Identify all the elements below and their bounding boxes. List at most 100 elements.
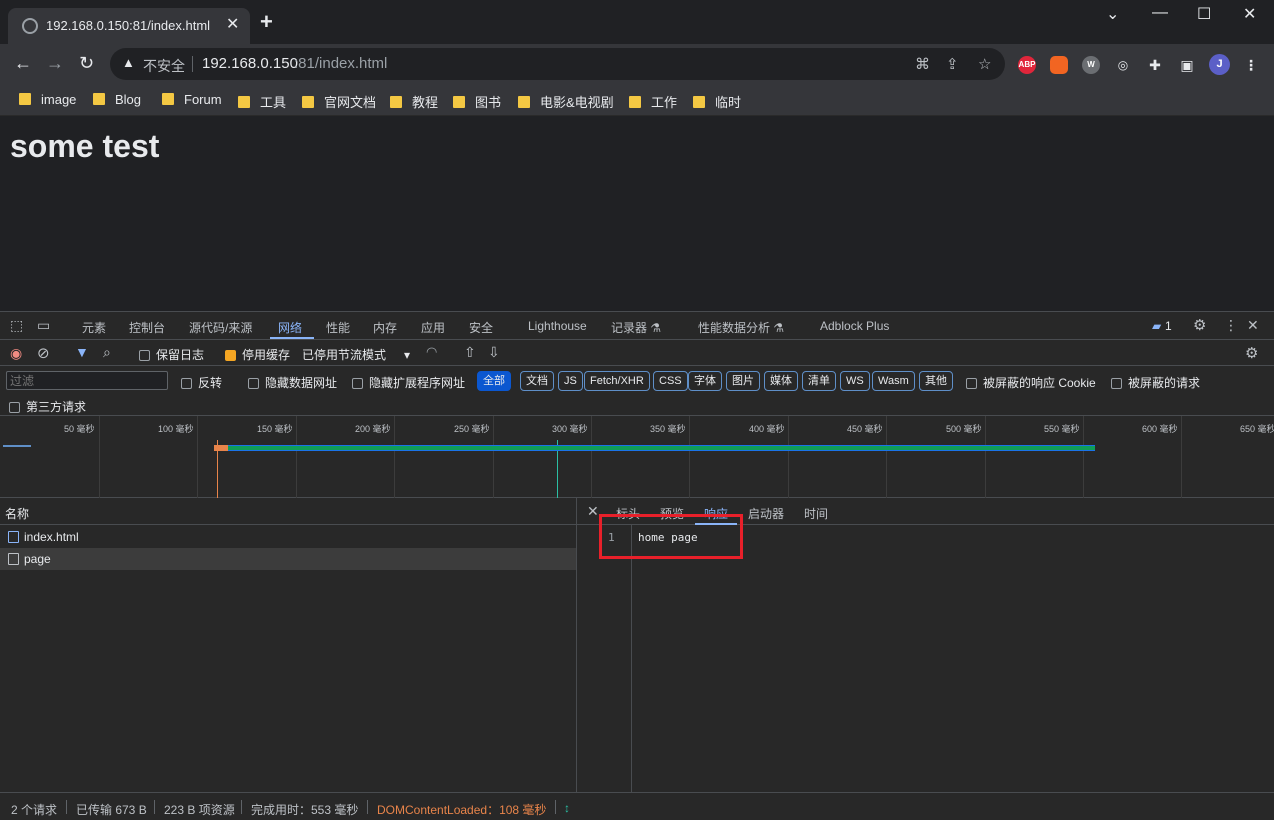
filter-type-font[interactable]: 字体 <box>688 371 722 391</box>
tab-lighthouse[interactable]: Lighthouse <box>528 319 587 333</box>
third-party-checkbox[interactable]: 第三方请求 <box>9 398 86 415</box>
extension-w-icon[interactable]: W <box>1082 56 1100 74</box>
filter-type-wasm[interactable]: Wasm <box>872 371 915 391</box>
tab-adblock-plus[interactable]: Adblock Plus <box>820 319 889 333</box>
network-overview[interactable]: 50 毫秒 100 毫秒 150 毫秒 200 毫秒 250 毫秒 300 毫秒… <box>0 416 1274 498</box>
tab-performance-insights[interactable]: 性能数据分析 ⚗ <box>698 319 784 336</box>
more-menu-icon[interactable]: ⋮ <box>1242 56 1260 74</box>
profile-avatar[interactable]: J <box>1209 54 1230 75</box>
tab-close-icon[interactable]: ✕ <box>226 14 239 34</box>
grid-line <box>1083 416 1084 498</box>
bookmark-folder-temp[interactable]: 临时 <box>693 92 741 111</box>
import-har-icon[interactable]: ⇧ <box>464 344 476 361</box>
tab-application[interactable]: 应用 <box>421 319 445 336</box>
status-requests: 2 个请求 <box>11 803 58 817</box>
hide-extension-urls-checkbox[interactable]: 隐藏扩展程序网址 <box>352 374 465 391</box>
grid-line <box>197 416 198 498</box>
reload-icon[interactable]: ↻ <box>79 53 94 74</box>
bookmark-folder-books[interactable]: 图书 <box>453 92 501 111</box>
tab-elements[interactable]: 元素 <box>82 319 106 336</box>
bookmark-folder-docs[interactable]: 官网文档 <box>302 92 376 111</box>
side-panel-icon[interactable]: ▣ <box>1178 56 1196 74</box>
address-bar[interactable]: ▲ 不安全 192.168.0.150 :81/index.html ⌘ ⇪ ☆ <box>110 48 1005 80</box>
close-detail-icon[interactable]: ✕ <box>587 503 599 520</box>
network-conditions-icon[interactable]: ◠ <box>426 344 437 360</box>
hide-data-urls-checkbox[interactable]: 隐藏数据网址 <box>248 374 337 391</box>
bookmark-folder-forum[interactable]: Forum <box>162 92 222 107</box>
bookmark-folder-tutorials[interactable]: 教程 <box>390 92 438 111</box>
tab-network[interactable]: 网络 <box>278 319 302 336</box>
search-icon[interactable]: ⌕ <box>103 344 111 361</box>
filter-input[interactable] <box>6 371 168 390</box>
tab-sources[interactable]: 源代码/来源 <box>189 319 252 336</box>
tab-security[interactable]: 安全 <box>469 319 493 336</box>
tick-label: 300 毫秒 <box>552 424 588 434</box>
settings-gear-icon[interactable]: ⚙ <box>1193 316 1206 334</box>
table-row-selected[interactable]: page <box>0 548 576 570</box>
tab-console[interactable]: 控制台 <box>129 319 165 336</box>
name-column-header[interactable]: 名称 <box>0 498 577 525</box>
translate-icon[interactable]: ⌘ <box>915 55 930 73</box>
blocked-requests-checkbox[interactable]: 被屏蔽的请求 <box>1111 374 1200 391</box>
invert-checkbox[interactable]: 反转 <box>181 374 222 391</box>
devtools-close-icon[interactable]: ✕ <box>1247 317 1259 334</box>
extension-orange-icon[interactable] <box>1050 56 1068 74</box>
bookmark-star-icon[interactable]: ☆ <box>978 55 991 73</box>
issues-icon[interactable]: ▰ <box>1152 319 1161 333</box>
export-har-icon[interactable]: ⇩ <box>488 344 500 361</box>
column-header-name[interactable]: 名称 <box>5 505 29 522</box>
browser-tab[interactable]: 192.168.0.150:81/index.html ✕ <box>8 8 250 44</box>
tab-memory[interactable]: 内存 <box>373 319 397 336</box>
minimize-button[interactable]: — <box>1152 4 1168 22</box>
filter-type-other[interactable]: 其他 <box>919 371 953 391</box>
extension-glasses-icon[interactable]: ◎ <box>1114 56 1132 74</box>
new-tab-button[interactable]: + <box>260 11 273 33</box>
tick-label: 350 毫秒 <box>650 424 686 434</box>
filter-type-doc[interactable]: 文档 <box>520 371 554 391</box>
bookmark-folder-movies[interactable]: 电影&电视剧 <box>518 92 614 111</box>
grid-line <box>886 416 887 498</box>
filter-type-img[interactable]: 图片 <box>726 371 760 391</box>
blocked-cookies-checkbox[interactable]: 被屏蔽的响应 Cookie <box>966 374 1096 391</box>
filter-type-css[interactable]: CSS <box>653 371 688 391</box>
security-label[interactable]: 不安全 <box>143 56 185 76</box>
filter-type-ws[interactable]: WS <box>840 371 870 391</box>
inspect-element-icon[interactable]: ⬚ <box>10 317 23 334</box>
share-icon[interactable]: ⇪ <box>946 55 959 73</box>
table-row[interactable]: index.html <box>0 526 576 548</box>
issues-count[interactable]: 1 <box>1165 319 1172 333</box>
disable-cache-checkbox[interactable]: 停用缓存 <box>225 346 290 363</box>
clear-icon[interactable]: ⊘ <box>37 344 50 362</box>
bookmark-folder-work[interactable]: 工作 <box>629 92 677 111</box>
forward-arrow-icon[interactable]: → <box>46 53 64 74</box>
grid-line <box>99 416 100 498</box>
filter-type-js[interactable]: JS <box>558 371 583 391</box>
tab-recorder[interactable]: 记录器 ⚗ <box>611 319 661 336</box>
detail-tab-initiator[interactable]: 启动器 <box>748 505 784 522</box>
warning-icon[interactable]: ▲ <box>122 55 135 70</box>
bookmark-folder-blog[interactable]: Blog <box>93 92 141 107</box>
back-arrow-icon[interactable]: ← <box>14 53 32 74</box>
device-toolbar-icon[interactable]: ▭ <box>37 317 50 334</box>
filter-type-media[interactable]: 媒体 <box>764 371 798 391</box>
filter-funnel-icon[interactable]: ▼ <box>75 344 89 360</box>
devtools-more-icon[interactable]: ⋮ <box>1224 317 1238 334</box>
filter-type-fetch-xhr[interactable]: Fetch/XHR <box>584 371 650 391</box>
maximize-button[interactable]: ☐ <box>1197 4 1211 24</box>
tab-search-icon[interactable]: ⌄ <box>1106 4 1119 24</box>
throttling-select[interactable]: 已停用节流模式 ▾ <box>302 346 410 363</box>
filter-type-manifest[interactable]: 清单 <box>802 371 836 391</box>
tab-performance[interactable]: 性能 <box>326 319 350 336</box>
preserve-log-checkbox[interactable]: 保留日志 <box>139 346 204 363</box>
record-stop-icon[interactable]: ◉ <box>10 345 22 362</box>
puzzle-icon[interactable]: ✚ <box>1146 56 1164 74</box>
close-window-button[interactable]: ✕ <box>1243 4 1256 24</box>
bookmark-folder-image[interactable]: image <box>19 92 76 107</box>
bookmark-folder-tools[interactable]: 工具 <box>238 92 286 111</box>
folder-icon <box>238 96 250 108</box>
filter-type-all[interactable]: 全部 <box>477 371 511 391</box>
network-settings-icon[interactable]: ⚙ <box>1245 344 1258 362</box>
bookmarks-bar: image Blog Forum 工具 官网文档 教程 图书 电影&电视剧 工作… <box>0 84 1274 116</box>
detail-tab-timing[interactable]: 时间 <box>804 505 828 522</box>
adblock-plus-icon[interactable]: ABP <box>1018 56 1036 74</box>
